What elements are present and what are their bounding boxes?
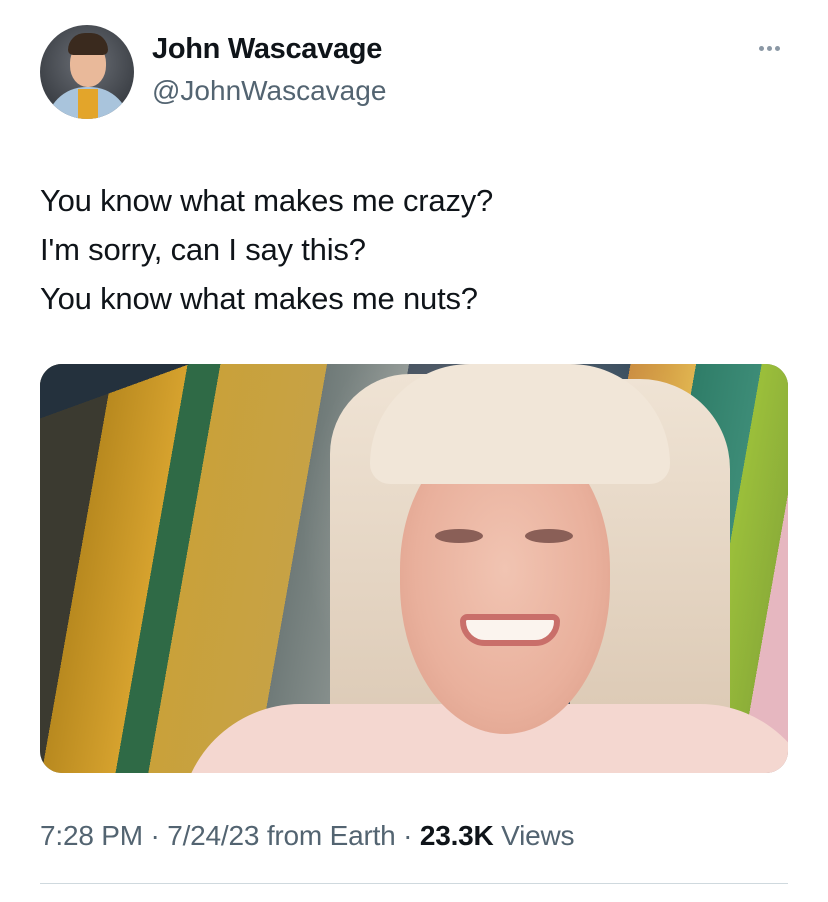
views-label[interactable]: Views — [501, 820, 574, 851]
media-hair-top — [370, 364, 670, 484]
author-name[interactable]: John Wascavage — [152, 33, 382, 66]
more-dot — [758, 46, 764, 52]
more-dot — [774, 46, 780, 52]
tweet-text: You know what makes me crazy? I'm sorry,… — [40, 176, 800, 323]
divider — [40, 883, 788, 884]
tweet-text-line: You know what makes me nuts? — [40, 281, 478, 316]
tweet-meta: 7:28 PM · 7/24/23 from Earth · 23.3K Vie… — [40, 820, 575, 852]
views-count[interactable]: 23.3K — [420, 820, 494, 851]
tweet: John Wascavage @JohnWascavage You know w… — [0, 0, 828, 902]
media-eye-left — [435, 529, 483, 543]
author-handle[interactable]: @JohnWascavage — [152, 75, 386, 107]
more-options-icon[interactable] — [754, 34, 784, 64]
more-dot — [766, 46, 772, 52]
avatar-hair — [68, 33, 108, 55]
avatar[interactable] — [40, 25, 134, 119]
tweet-source: from Earth — [266, 820, 396, 851]
meta-separator: · — [403, 820, 413, 851]
tweet-media-image[interactable] — [40, 364, 788, 773]
tweet-date[interactable]: 7/24/23 — [167, 820, 259, 851]
media-mouth — [460, 614, 560, 646]
avatar-tee — [78, 89, 98, 119]
tweet-text-line: You know what makes me crazy? — [40, 183, 494, 218]
tweet-text-line: I'm sorry, can I say this? — [40, 232, 366, 267]
meta-separator: · — [150, 820, 160, 851]
tweet-time[interactable]: 7:28 PM — [40, 820, 143, 851]
media-eye-right — [525, 529, 573, 543]
